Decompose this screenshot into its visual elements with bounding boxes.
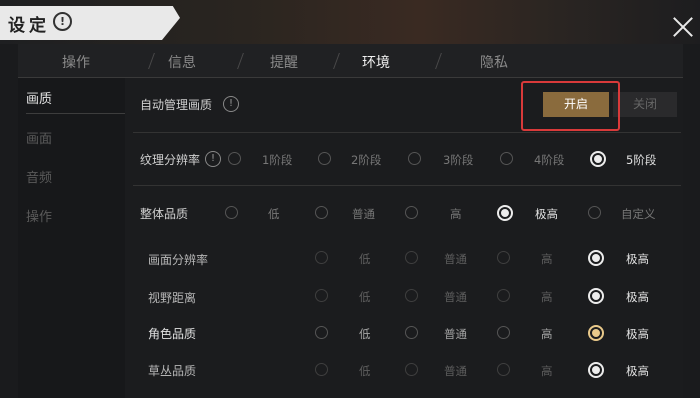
character-quality-ultra[interactable]: 极高: [626, 326, 649, 342]
view-distance-high-radio[interactable]: [497, 289, 510, 302]
grass-quality-normal[interactable]: 普通: [444, 363, 467, 379]
texture-option-2-radio[interactable]: [318, 152, 331, 165]
highlight-annotation: [521, 81, 620, 131]
tab-operation[interactable]: 操作: [62, 52, 90, 72]
overall-option-ultra-radio[interactable]: [497, 205, 513, 221]
screen-resolution-ultra[interactable]: 极高: [626, 251, 649, 267]
sidebar: 画质 画面 音频 操作: [18, 78, 126, 398]
row-divider: [133, 185, 681, 186]
texture-resolution-label: 纹理分辨率: [140, 153, 201, 167]
overall-option-custom-radio[interactable]: [588, 206, 601, 219]
screen-resolution-normal[interactable]: 普通: [444, 251, 467, 267]
view-distance-normal-radio[interactable]: [405, 289, 418, 302]
tab-separator: [148, 53, 155, 69]
view-distance-ultra-radio[interactable]: [588, 288, 604, 304]
tab-info[interactable]: 信息: [168, 52, 196, 72]
texture-info-icon[interactable]: !: [205, 151, 221, 167]
sidebar-item-display[interactable]: 画面: [26, 128, 52, 147]
view-distance-normal[interactable]: 普通: [444, 289, 467, 305]
tab-bar: 操作 信息 提醒 环境 隐私: [18, 44, 683, 78]
close-icon[interactable]: [670, 14, 696, 40]
character-quality-ultra-radio[interactable]: [588, 325, 604, 341]
grass-quality-ultra-radio[interactable]: [588, 362, 604, 378]
tab-privacy[interactable]: 隐私: [480, 52, 508, 72]
row-divider: [133, 132, 681, 133]
screen-resolution-normal-radio[interactable]: [405, 251, 418, 264]
character-quality-normal[interactable]: 普通: [444, 326, 467, 342]
view-distance-label: 视野距离: [148, 291, 197, 305]
texture-option-5[interactable]: 5阶段: [626, 152, 656, 168]
character-quality-high-radio[interactable]: [497, 326, 510, 339]
window-title: 设定: [8, 16, 50, 36]
grass-quality-normal-radio[interactable]: [405, 363, 418, 376]
sidebar-item-controls[interactable]: 操作: [26, 206, 52, 225]
screen-resolution-high-radio[interactable]: [497, 251, 510, 264]
overall-option-normal-radio[interactable]: [315, 206, 328, 219]
overall-option-low[interactable]: 低: [268, 206, 280, 222]
sidebar-divider: [26, 113, 126, 114]
texture-option-3-radio[interactable]: [408, 152, 421, 165]
texture-option-1-radio[interactable]: [228, 152, 241, 165]
title-info-icon[interactable]: !: [53, 12, 72, 31]
tab-reminder[interactable]: 提醒: [270, 52, 298, 72]
tab-environment[interactable]: 环境: [362, 52, 390, 72]
screen-resolution-low-radio[interactable]: [315, 251, 328, 264]
auto-quality-label: 自动管理画质: [140, 98, 213, 112]
screen-resolution-low[interactable]: 低: [359, 251, 371, 267]
auto-quality-off-button[interactable]: 关闭: [613, 92, 677, 117]
tab-separator: [435, 53, 442, 69]
texture-option-4[interactable]: 4阶段: [534, 152, 564, 168]
character-quality-label: 角色品质: [148, 327, 197, 341]
texture-option-4-radio[interactable]: [500, 152, 513, 165]
grass-quality-low-radio[interactable]: [315, 363, 328, 376]
overall-option-high-radio[interactable]: [405, 206, 418, 219]
overall-option-high[interactable]: 高: [450, 206, 462, 222]
texture-option-5-radio[interactable]: [590, 151, 606, 167]
character-quality-low-radio[interactable]: [315, 326, 328, 339]
overall-option-ultra[interactable]: 极高: [535, 206, 558, 222]
grass-quality-high-radio[interactable]: [497, 363, 510, 376]
sidebar-item-quality[interactable]: 画质: [26, 88, 52, 107]
overall-quality-label: 整体品质: [140, 207, 189, 221]
grass-quality-high[interactable]: 高: [541, 363, 553, 379]
screen-resolution-high[interactable]: 高: [541, 251, 553, 267]
auto-quality-info-icon[interactable]: !: [223, 96, 239, 112]
character-quality-high[interactable]: 高: [541, 326, 553, 342]
grass-quality-low[interactable]: 低: [359, 363, 371, 379]
overall-option-custom[interactable]: 自定义: [621, 206, 656, 222]
view-distance-high[interactable]: 高: [541, 289, 553, 305]
sidebar-item-audio[interactable]: 音频: [26, 167, 52, 186]
grass-quality-ultra[interactable]: 极高: [626, 363, 649, 379]
character-quality-normal-radio[interactable]: [405, 326, 418, 339]
texture-option-1[interactable]: 1阶段: [262, 152, 292, 168]
overall-option-normal[interactable]: 普通: [352, 206, 375, 222]
overall-option-low-radio[interactable]: [225, 206, 238, 219]
tab-separator: [333, 53, 340, 69]
screen-resolution-ultra-radio[interactable]: [588, 250, 604, 266]
view-distance-low-radio[interactable]: [315, 289, 328, 302]
grass-quality-label: 草丛品质: [148, 364, 197, 378]
texture-option-2[interactable]: 2阶段: [351, 152, 381, 168]
texture-option-3[interactable]: 3阶段: [443, 152, 473, 168]
view-distance-ultra[interactable]: 极高: [626, 289, 649, 305]
character-quality-low[interactable]: 低: [359, 326, 371, 342]
screen-resolution-label: 画面分辨率: [148, 253, 209, 267]
view-distance-low[interactable]: 低: [359, 289, 371, 305]
tab-separator: [237, 53, 244, 69]
